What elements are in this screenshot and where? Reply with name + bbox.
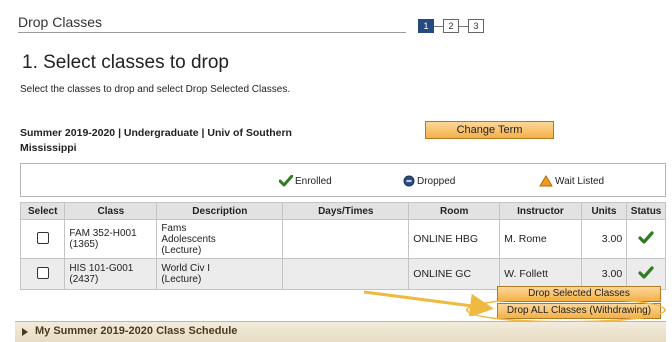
step-connector <box>434 25 443 27</box>
days-times-cell <box>282 219 410 259</box>
legend-enrolled: Enrolled <box>279 175 332 187</box>
step-connector <box>459 25 468 27</box>
column-header-status: Status <box>626 202 666 220</box>
section-heading: 1. Select classes to drop <box>22 52 229 73</box>
room-cell: ONLINE GC <box>408 258 501 290</box>
dropped-circle-icon <box>403 175 415 187</box>
class-schedule-label[interactable]: My Summer 2019-2020 Class Schedule <box>35 325 237 337</box>
step-1: 1 <box>418 19 434 33</box>
description-line: World Civ I <box>161 263 211 274</box>
column-header-instructor: Instructor <box>499 202 582 220</box>
status-cell <box>626 219 666 259</box>
room-cell: ONLINE HBG <box>408 219 501 259</box>
instructor-cell: W. Follett <box>499 258 582 290</box>
step-2: 2 <box>443 19 459 33</box>
legend-enrolled-label: Enrolled <box>295 175 332 187</box>
select-checkbox[interactable] <box>36 266 49 279</box>
warning-triangle-icon <box>539 175 553 187</box>
description-line: Fams <box>161 222 187 234</box>
step-3: 3 <box>468 19 484 33</box>
class-code-link[interactable]: FAM 352-H001 <box>69 228 136 239</box>
instructor-cell: M. Rome <box>499 219 582 259</box>
select-cell <box>19 219 66 259</box>
class-cell[interactable]: HIS 101-G001 (2437) <box>64 258 158 290</box>
page-title: Drop Classes <box>18 14 103 30</box>
enrolled-checkmark-icon <box>638 265 654 279</box>
table-header-row: Select Class Description Days/Times Room… <box>19 202 666 220</box>
enrolled-checkmark-icon <box>638 230 654 244</box>
column-header-select: Select <box>19 202 66 220</box>
units-cell: 3.00 <box>580 219 628 259</box>
legend-wait-listed-label: Wait Listed <box>555 175 605 187</box>
column-header-class: Class <box>64 202 158 220</box>
class-number[interactable]: (1365) <box>69 239 98 250</box>
description-cell: Fams Adolescents (Lecture) <box>156 219 284 259</box>
instructions-text: Select the classes to drop and select Dr… <box>20 84 291 95</box>
change-term-button[interactable]: Change Term <box>425 121 554 139</box>
days-times-cell <box>282 258 410 290</box>
class-code-link[interactable]: HIS 101-G001 <box>69 263 133 274</box>
checkmark-icon <box>279 175 293 187</box>
step-indicator: 1 2 3 <box>418 18 484 34</box>
class-schedule-section-header[interactable]: My Summer 2019-2020 Class Schedule <box>15 321 666 342</box>
column-header-description: Description <box>156 202 284 220</box>
classes-table: Select Class Description Days/Times Room… <box>19 202 666 290</box>
annotation-highlight-ring <box>466 297 666 323</box>
legend-dropped-label: Dropped <box>417 175 456 187</box>
description-line: Adolescents <box>161 233 216 245</box>
page-title-bar: Drop Classes <box>18 14 406 33</box>
description-cell: World Civ I (Lecture) <box>156 258 284 290</box>
description-line: (Lecture) <box>161 244 202 256</box>
select-checkbox[interactable] <box>36 231 49 244</box>
column-header-room: Room <box>408 202 501 220</box>
legend-wait-listed: Wait Listed <box>539 175 604 187</box>
units-cell: 3.00 <box>580 258 628 290</box>
class-number[interactable]: (2437) <box>69 274 98 285</box>
description-line: (Lecture) <box>161 274 202 285</box>
class-cell[interactable]: FAM 352-H001 (1365) <box>64 219 158 259</box>
column-header-days-times: Days/Times <box>282 202 410 220</box>
select-cell <box>19 258 66 290</box>
status-cell <box>626 258 666 290</box>
table-row: HIS 101-G001 (2437) World Civ I (Lecture… <box>19 258 666 290</box>
column-header-units: Units <box>580 202 628 220</box>
table-row: FAM 352-H001 (1365) Fams Adolescents (Le… <box>19 219 666 259</box>
legend-dropped: Dropped <box>403 175 455 187</box>
status-legend: Enrolled Dropped Wait Listed <box>20 163 666 197</box>
term-label: Summer 2019-2020 | Undergraduate | Univ … <box>20 127 292 154</box>
expand-triangle-icon[interactable] <box>21 327 29 337</box>
